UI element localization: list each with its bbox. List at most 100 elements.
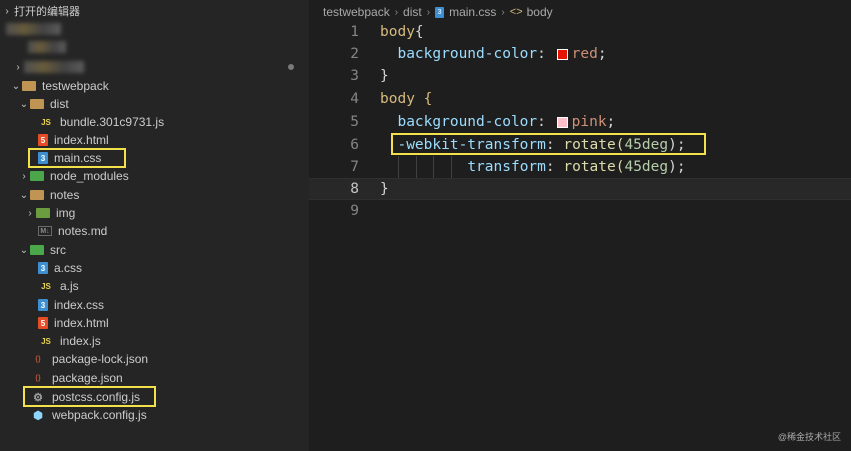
indent-guide xyxy=(416,156,417,178)
breadcrumb-item[interactable]: main.css xyxy=(449,5,496,19)
workspace-root-row[interactable] xyxy=(0,20,309,38)
json-file-icon: {} xyxy=(35,374,41,382)
css-number: 45deg xyxy=(624,159,669,175)
folder-open-icon xyxy=(30,190,44,200)
tree-file-notes-md[interactable]: M↓ notes.md xyxy=(0,222,309,240)
json-file-icon: {} xyxy=(35,355,41,363)
code-text: } xyxy=(380,68,389,84)
css-function: rotate( xyxy=(563,159,625,175)
highlight-box-main-css xyxy=(28,148,126,168)
css-file-icon: 3 xyxy=(38,262,48,274)
line-number: 5 xyxy=(350,114,359,130)
line-number: 6 xyxy=(350,137,359,153)
code-line-8[interactable]: 8 } xyxy=(309,178,851,200)
close-brace: } xyxy=(380,68,389,84)
css-selector: body xyxy=(380,24,415,40)
tree-folder-dist[interactable]: ⌄ dist xyxy=(0,95,309,113)
tree-label: index.css xyxy=(54,298,105,312)
src-folder-icon xyxy=(30,245,44,255)
css-file-icon: 3 xyxy=(435,6,445,18)
image-folder-icon xyxy=(36,208,50,218)
breadcrumb: testwebpack › dist › 3 main.css › <> bod… xyxy=(323,4,553,20)
colon: : xyxy=(537,46,546,62)
css-property: background-color xyxy=(397,46,538,62)
semicolon: ; xyxy=(597,46,607,62)
tree-file-index-html[interactable]: 5 index.html xyxy=(0,131,309,149)
code-line-7[interactable]: 7 transform: rotate(45deg); xyxy=(309,156,851,178)
chevron-right-icon: › xyxy=(5,5,9,17)
js-file-icon: JS xyxy=(41,281,51,291)
open-brace: { xyxy=(423,91,433,107)
semicolon: ; xyxy=(606,114,616,130)
colon: : xyxy=(545,159,555,175)
code-line-4[interactable]: 4 body { xyxy=(309,88,851,110)
chevron-right-icon: › xyxy=(28,207,32,219)
tree-label: notes xyxy=(50,188,80,202)
tree-label: testwebpack xyxy=(42,79,109,93)
code-line-9[interactable]: 9 xyxy=(309,200,851,222)
tree-label: notes.md xyxy=(58,224,108,238)
indent-guide xyxy=(451,156,452,178)
js-file-icon: JS xyxy=(41,336,51,346)
code-text: background-color: red; xyxy=(380,46,607,62)
css-file-icon: 3 xyxy=(38,299,48,311)
tree-file-a-css[interactable]: 3 a.css xyxy=(0,259,309,277)
blurred-folder-row[interactable]: › xyxy=(0,58,309,76)
tree-folder-img[interactable]: › img xyxy=(0,204,309,222)
chevron-down-icon: ⌄ xyxy=(19,244,29,256)
tree-file-index-js[interactable]: JS index.js xyxy=(0,332,309,350)
code-editor[interactable]: testwebpack › dist › 3 main.css › <> bod… xyxy=(309,0,851,451)
tree-file-index-css[interactable]: 3 index.css xyxy=(0,296,309,314)
html-file-icon: 5 xyxy=(38,134,48,146)
tree-label: package-lock.json xyxy=(52,352,149,366)
indent-guide xyxy=(433,156,434,178)
webpack-cube-icon: ⬢ xyxy=(33,409,43,422)
tree-file-package-lock-json[interactable]: {} package-lock.json xyxy=(0,350,309,368)
code-line-1[interactable]: 1 body{ xyxy=(309,21,851,43)
html-file-icon: 5 xyxy=(38,317,48,329)
tree-label: img xyxy=(56,206,76,220)
folder-open-icon xyxy=(30,99,44,109)
chevron-down-icon: ⌄ xyxy=(11,80,21,92)
css-selector: body xyxy=(380,91,415,107)
tree-file-package-json[interactable]: {} package.json xyxy=(0,369,309,387)
node-folder-icon xyxy=(30,171,44,181)
code-text: } xyxy=(380,181,389,197)
breadcrumb-item[interactable]: dist xyxy=(403,5,422,19)
color-swatch-pink[interactable] xyxy=(556,116,568,128)
tree-folder-notes[interactable]: ⌄ notes xyxy=(0,186,309,204)
breadcrumb-item[interactable]: testwebpack xyxy=(323,5,390,19)
tree-file-a-js[interactable]: JS a.js xyxy=(0,277,309,295)
code-text: body { xyxy=(380,91,432,107)
code-line-2[interactable]: 2 background-color: red; xyxy=(309,43,851,65)
css-value: red xyxy=(571,46,598,62)
open-brace: { xyxy=(414,24,424,40)
tree-label: webpack.config.js xyxy=(52,408,147,422)
chevron-right-icon: › xyxy=(22,170,26,182)
color-swatch-red[interactable] xyxy=(556,48,568,60)
line-number: 9 xyxy=(350,203,359,219)
tree-label: index.html xyxy=(54,133,109,147)
tree-file-bundle-js[interactable]: JS bundle.301c9731.js xyxy=(0,113,309,131)
close-brace: } xyxy=(380,181,389,197)
tree-folder-node-modules[interactable]: › node_modules xyxy=(0,167,309,185)
open-editors-title: 打开的编辑器 xyxy=(14,6,80,18)
modified-dot-icon xyxy=(288,64,294,70)
chevron-right-icon: › xyxy=(394,6,399,18)
code-line-3[interactable]: 3 } xyxy=(309,65,851,87)
code-text: background-color: pink; xyxy=(380,114,615,130)
chevron-right-icon: › xyxy=(501,6,505,18)
tree-file-webpack-config[interactable]: ⬢ webpack.config.js xyxy=(0,406,309,424)
code-line-5[interactable]: 5 background-color: pink; xyxy=(309,111,851,133)
line-number: 4 xyxy=(350,91,359,107)
breadcrumb-item[interactable]: body xyxy=(527,5,553,19)
chevron-down-icon: ⌄ xyxy=(19,98,29,110)
tree-file-src-index-html[interactable]: 5 index.html xyxy=(0,314,309,332)
close-paren: ); xyxy=(668,159,686,175)
tree-label: a.js xyxy=(60,279,79,293)
tree-folder-src[interactable]: ⌄ src xyxy=(0,241,309,259)
chevron-right-icon: › xyxy=(16,61,20,73)
tree-folder-testwebpack[interactable]: ⌄ testwebpack xyxy=(0,77,309,95)
open-editors-header[interactable]: › 打开的编辑器 xyxy=(0,3,309,19)
line-number: 3 xyxy=(350,68,359,84)
